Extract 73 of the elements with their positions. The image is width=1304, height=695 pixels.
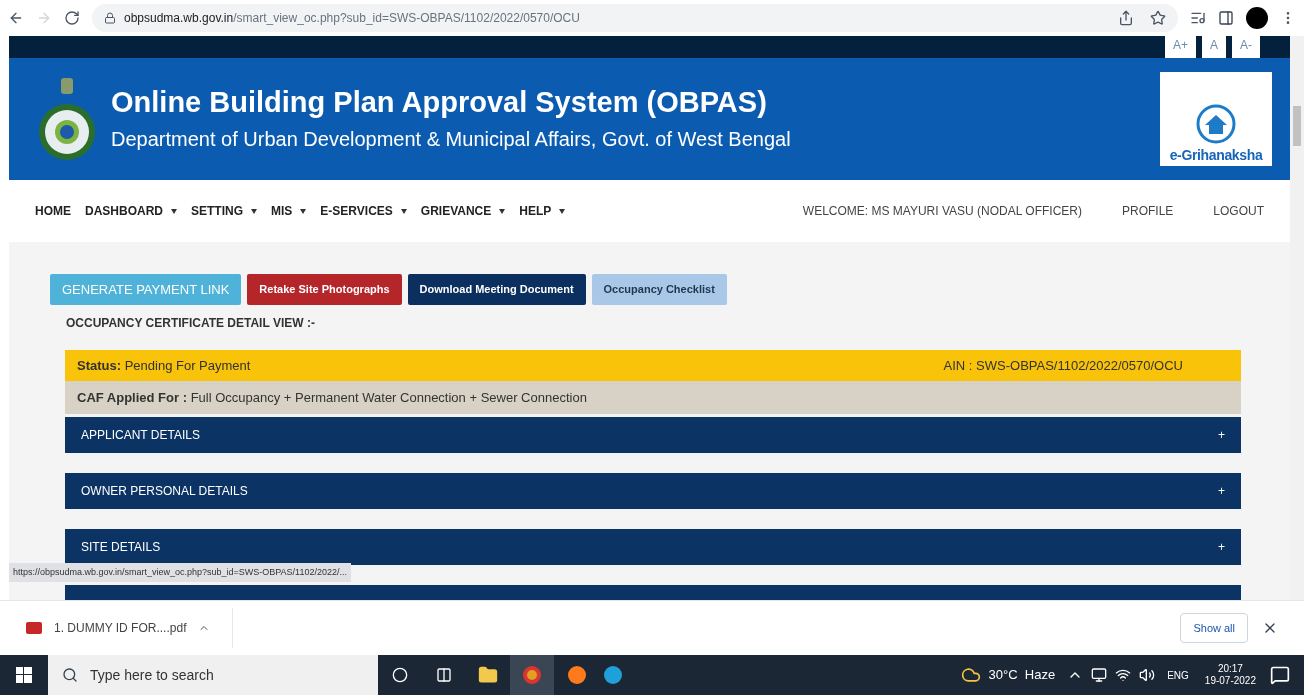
nav-item[interactable]: SETTING bbox=[191, 202, 257, 220]
section-title: OCCUPANCY CERTIFICATE DETAIL VIEW :- bbox=[66, 315, 316, 332]
action-button[interactable]: Occupancy Checklist bbox=[591, 274, 727, 305]
back-icon[interactable] bbox=[8, 10, 24, 26]
download-filename: 1. DUMMY ID FOR....pdf bbox=[54, 620, 187, 637]
taskbar-search[interactable]: Type here to search bbox=[48, 655, 378, 695]
task-view-icon[interactable] bbox=[436, 667, 452, 683]
meeting-icon[interactable] bbox=[1091, 667, 1108, 683]
expand-toggle: + bbox=[1218, 482, 1225, 500]
profile-avatar[interactable] bbox=[1246, 7, 1268, 29]
user-link[interactable]: PROFILE bbox=[1121, 202, 1174, 220]
fox-browser-icon[interactable] bbox=[568, 666, 586, 684]
caf-text: CAF Applied For : Full Occupancy + Permanent Water Connection + Sewer Connection bbox=[77, 388, 587, 407]
ain-text: AIN : SWS-OBPAS/1102/2022/0570/OCU bbox=[943, 356, 1183, 375]
search-placeholder: Type here to search bbox=[90, 665, 214, 685]
address-bar[interactable]: obpsudma.wb.gov.in/smart_view_oc.php?sub_id=SWS-OBPAS/1102/2022/0570/OCU bbox=[92, 4, 1178, 32]
language-indicator[interactable]: ENG bbox=[1167, 667, 1189, 683]
media-icon[interactable] bbox=[1190, 10, 1206, 26]
nav-item[interactable]: GRIEVANCE bbox=[420, 202, 506, 220]
nav-item[interactable]: HOME bbox=[35, 202, 71, 220]
status-text: Status: Pending For Payment bbox=[77, 356, 251, 375]
side-panel-icon[interactable] bbox=[1218, 10, 1234, 26]
download-item[interactable]: 1. DUMMY ID FOR....pdf bbox=[26, 608, 234, 648]
site-subtitle: Department of Urban Development & Municipal Affairs, Govt. of West Bengal bbox=[111, 127, 791, 153]
caret-icon bbox=[559, 208, 566, 214]
show-all-button[interactable]: Show all bbox=[1180, 613, 1248, 643]
nav-item[interactable]: DASHBOARD bbox=[85, 202, 177, 220]
browser-taskbar-icon[interactable] bbox=[510, 655, 554, 695]
nav-item[interactable]: MIS bbox=[271, 202, 307, 220]
caret-icon bbox=[499, 208, 506, 214]
user-link[interactable]: LOGOUT bbox=[1213, 202, 1264, 220]
pdf-icon bbox=[26, 622, 42, 634]
weather-icon bbox=[960, 665, 981, 685]
search-icon bbox=[62, 667, 78, 683]
clock-date: 19-07-2022 bbox=[1204, 675, 1256, 688]
font-size-button[interactable]: A bbox=[1202, 36, 1226, 58]
brand-name: e-Grihanaksha bbox=[1169, 148, 1263, 162]
font-size-button[interactable]: A- bbox=[1232, 36, 1260, 58]
accordion-header[interactable]: APPLICANT DETAILS + bbox=[65, 417, 1241, 453]
welcome-text: WELCOME: MS MAYURI VASU (NODAL OFFICER) bbox=[802, 203, 1082, 220]
star-icon[interactable] bbox=[1150, 10, 1166, 26]
accordion-title: OWNER PERSONAL DETAILS bbox=[81, 483, 248, 500]
reload-icon[interactable] bbox=[64, 10, 80, 26]
nav-item[interactable]: E-SERVICES bbox=[320, 202, 407, 220]
status-url-tooltip: https://obpsudma.wb.gov.in/smart_view_oc.php?sub_id=SWS-OBPAS/1102/2022/... bbox=[9, 562, 351, 582]
weather-text: 30°C Haze bbox=[988, 666, 1056, 685]
accordion-header[interactable]: OWNER PERSONAL DETAILS + bbox=[65, 473, 1241, 509]
caret-icon bbox=[300, 208, 307, 214]
expand-toggle: + bbox=[1218, 538, 1225, 556]
wave-browser-icon[interactable] bbox=[604, 666, 622, 684]
cortana-icon[interactable] bbox=[392, 667, 408, 683]
font-size-button[interactable]: A+ bbox=[1164, 36, 1196, 58]
action-button[interactable]: Retake Site Photographs bbox=[247, 274, 402, 305]
clock-time: 20:17 bbox=[1217, 662, 1243, 675]
share-icon[interactable] bbox=[1118, 10, 1134, 26]
caret-icon bbox=[400, 208, 407, 214]
accordion-title: SITE DETAILS bbox=[81, 539, 161, 556]
volume-icon[interactable] bbox=[1139, 667, 1156, 683]
expand-toggle: + bbox=[1218, 426, 1225, 444]
folder-icon[interactable] bbox=[478, 665, 498, 685]
network-icon[interactable] bbox=[1115, 667, 1132, 683]
url-text: obpsudma.wb.gov.in/smart_view_oc.php?sub_id=SWS-OBPAS/1102/2022/0570/OCU bbox=[124, 10, 580, 27]
caret-icon bbox=[171, 208, 177, 214]
site-title: Online Building Plan Approval System (OBPAS) bbox=[111, 84, 768, 120]
accordion-header[interactable]: SITE DETAILS + bbox=[65, 529, 1241, 565]
lock-icon bbox=[104, 12, 116, 24]
action-button[interactable]: Download Meeting Document bbox=[407, 274, 586, 305]
accordion-title: APPLICANT DETAILS bbox=[81, 427, 200, 444]
windows-icon bbox=[16, 667, 32, 683]
house-icon bbox=[1196, 104, 1236, 144]
nav-item[interactable]: HELP bbox=[519, 202, 566, 220]
notification-icon[interactable] bbox=[1270, 665, 1290, 685]
caret-icon bbox=[251, 208, 257, 214]
